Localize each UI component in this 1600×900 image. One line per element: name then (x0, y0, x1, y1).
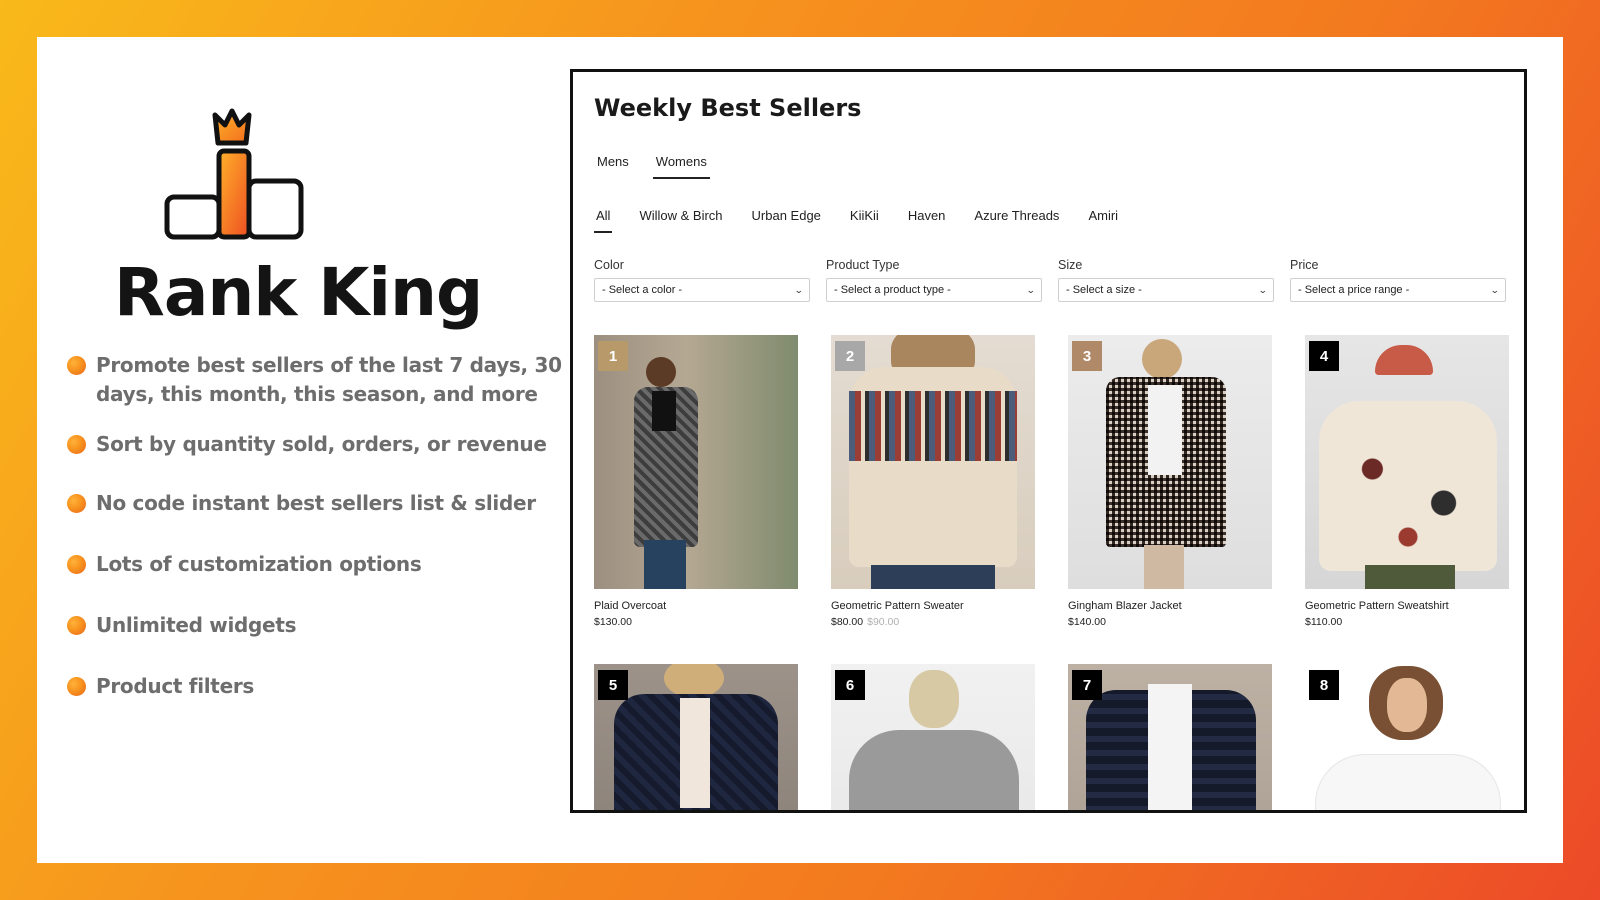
sale-price: $80.00 (831, 616, 864, 628)
rank-badge: 6 (835, 670, 865, 700)
tab-womens[interactable]: Womens (652, 154, 710, 179)
product-image[interactable]: 3 (1068, 335, 1272, 589)
tab-all[interactable]: All (594, 208, 613, 233)
filter-label: Size (1058, 258, 1083, 272)
feature-text: Sort by quantity sold, orders, or revenu… (96, 432, 547, 456)
feature-text: Unlimited widgets (96, 613, 297, 637)
orange-bullet-icon (67, 616, 86, 635)
orange-bullet-icon (67, 555, 86, 574)
size-filter: Size - Select a size - ⌄ (1058, 258, 1274, 302)
feature-text: Product filters (96, 674, 255, 698)
product-card[interactable]: 4 Geometric Pattern Sweatshirt $110.00 (1305, 335, 1509, 628)
color-select[interactable]: - Select a color - ⌄ (594, 278, 810, 302)
orange-bullet-icon (67, 677, 86, 696)
tab-mens[interactable]: Mens (594, 154, 632, 179)
color-filter: Color - Select a color - ⌄ (594, 258, 810, 302)
product-card[interactable]: 1 Plaid Overcoat $130.00 (594, 335, 798, 628)
select-value: - Select a product type - (834, 284, 951, 296)
compare-price: $90.00 (867, 616, 900, 628)
product-name[interactable]: Geometric Pattern Sweater (831, 600, 1035, 612)
orange-bullet-icon (67, 356, 86, 375)
size-select[interactable]: - Select a size - ⌄ (1058, 278, 1274, 302)
filter-bar: Color - Select a color - ⌄ Product Type … (594, 258, 1509, 302)
feature-item: Lots of customization options (67, 550, 567, 579)
select-value: - Select a color - (602, 284, 683, 296)
orange-bullet-icon (67, 435, 86, 454)
tab-azure-threads[interactable]: Azure Threads (972, 208, 1061, 233)
product-image[interactable]: 1 (594, 335, 798, 589)
select-value: - Select a size - (1066, 284, 1142, 296)
rank-badge: 4 (1309, 341, 1339, 371)
product-type-filter: Product Type - Select a product type - ⌄ (826, 258, 1042, 302)
price-filter: Price - Select a price range - ⌄ (1290, 258, 1506, 302)
gender-tabs: Mens Womens (594, 154, 731, 179)
filter-label: Color (594, 258, 624, 272)
feature-item: Sort by quantity sold, orders, or revenu… (67, 430, 567, 459)
tab-amiri[interactable]: Amiri (1086, 208, 1120, 233)
product-card[interactable]: 5 (594, 664, 798, 810)
rank-badge: 2 (835, 341, 865, 371)
filter-label: Price (1290, 258, 1319, 272)
rank-badge: 1 (598, 341, 628, 371)
widget-title: Weekly Best Sellers (594, 94, 862, 122)
feature-text: Lots of customization options (96, 552, 422, 576)
crown-podium-icon (164, 108, 304, 240)
product-image[interactable]: 8 (1305, 664, 1509, 810)
rank-badge: 7 (1072, 670, 1102, 700)
chevron-down-icon: ⌄ (794, 284, 805, 295)
feature-item: Product filters (67, 672, 567, 701)
product-card[interactable]: 7 (1068, 664, 1272, 810)
tab-urban-edge[interactable]: Urban Edge (750, 208, 823, 233)
sale-price: $140.00 (1068, 616, 1106, 628)
product-price: $110.00 (1305, 616, 1509, 628)
product-price: $80.00 $90.00 (831, 616, 1035, 628)
select-value: - Select a price range - (1298, 284, 1410, 296)
price-select[interactable]: - Select a price range - ⌄ (1290, 278, 1506, 302)
feature-item: No code instant best sellers list & slid… (67, 489, 567, 518)
product-image[interactable]: 4 (1305, 335, 1509, 589)
tab-willow-birch[interactable]: Willow & Birch (637, 208, 724, 233)
rank-badge: 5 (598, 670, 628, 700)
brand-name: Rank King (114, 254, 483, 331)
product-type-select[interactable]: - Select a product type - ⌄ (826, 278, 1042, 302)
brand-tabs: All Willow & Birch Urban Edge KiiKii Hav… (594, 208, 1145, 233)
feature-text: Promote best sellers of the last 7 days,… (96, 353, 562, 406)
sale-price: $110.00 (1305, 616, 1343, 628)
product-image[interactable]: 2 (831, 335, 1035, 589)
product-card[interactable]: 8 (1305, 664, 1509, 810)
rank-badge: 3 (1072, 341, 1102, 371)
product-card[interactable]: 6 (831, 664, 1035, 810)
product-name[interactable]: Gingham Blazer Jacket (1068, 600, 1272, 612)
feature-item: Promote best sellers of the last 7 days,… (67, 351, 567, 409)
product-name[interactable]: Geometric Pattern Sweatshirt (1305, 600, 1509, 612)
feature-item: Unlimited widgets (67, 611, 567, 640)
rank-king-logo: Rank King (77, 99, 483, 339)
tab-haven[interactable]: Haven (906, 208, 948, 233)
product-name[interactable]: Plaid Overcoat (594, 600, 798, 612)
product-image[interactable]: 7 (1068, 664, 1272, 810)
orange-bullet-icon (67, 494, 86, 513)
product-price: $140.00 (1068, 616, 1272, 628)
product-image[interactable]: 5 (594, 664, 798, 810)
product-price: $130.00 (594, 616, 798, 628)
rank-badge: 8 (1309, 670, 1339, 700)
product-image[interactable]: 6 (831, 664, 1035, 810)
chevron-down-icon: ⌄ (1026, 284, 1037, 295)
product-card[interactable]: 2 Geometric Pattern Sweater $80.00 $90.00 (831, 335, 1035, 628)
chevron-down-icon: ⌄ (1490, 284, 1501, 295)
tab-kiikii[interactable]: KiiKii (848, 208, 881, 233)
filter-label: Product Type (826, 258, 900, 272)
best-sellers-widget: Weekly Best Sellers Mens Womens All Will… (570, 69, 1527, 813)
chevron-down-icon: ⌄ (1258, 284, 1269, 295)
feature-text: No code instant best sellers list & slid… (96, 491, 536, 515)
promo-card: Rank King Promote best sellers of the la… (37, 37, 1563, 863)
sale-price: $130.00 (594, 616, 632, 628)
product-card[interactable]: 3 Gingham Blazer Jacket $140.00 (1068, 335, 1272, 628)
